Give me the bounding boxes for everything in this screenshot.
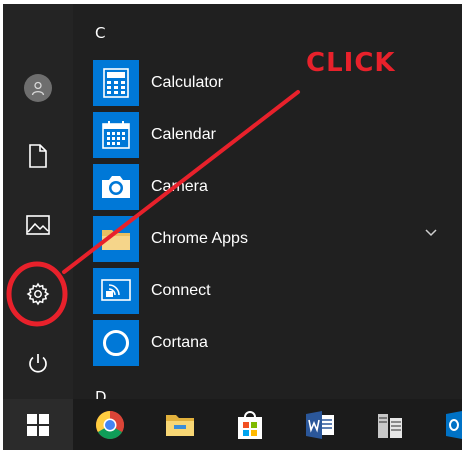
app-label: Calendar [151,126,216,143]
file-explorer-icon [166,414,194,436]
app-label: Camera [151,178,208,195]
calculator-icon [93,60,139,106]
cortana-icon [93,320,139,366]
taskbar-store[interactable] [219,399,281,450]
user-avatar-icon [24,74,52,102]
section-letter-c[interactable]: C [95,24,105,42]
taskbar-server-app[interactable] [359,399,421,450]
taskbar-word[interactable] [289,399,351,450]
word-icon [306,410,334,439]
app-item-connect[interactable]: Connect [93,266,453,316]
document-icon [29,144,47,168]
documents-button[interactable] [3,132,73,180]
start-menu-rail [3,4,73,399]
pictures-icon [26,215,50,235]
app-list: C Calculator Calendar Camera Chrome Apps… [73,4,462,406]
user-account-button[interactable] [3,64,73,112]
windows-logo-icon [27,413,49,436]
taskbar-chrome[interactable] [79,399,141,450]
start-button[interactable] [3,399,73,450]
settings-button[interactable] [3,270,73,318]
folder-icon [93,216,139,262]
app-item-calculator[interactable]: Calculator [93,58,453,108]
app-item-cortana[interactable]: Cortana [93,318,453,368]
chrome-icon [96,410,124,439]
taskbar-file-explorer[interactable] [149,399,211,450]
taskbar-outlook[interactable] [429,399,462,450]
app-label: Cortana [151,334,208,351]
app-label: Chrome Apps [151,230,248,247]
connect-icon [93,268,139,314]
power-icon [29,354,47,373]
server-icon [378,413,402,438]
store-icon [238,410,262,439]
app-item-calendar[interactable]: Calendar [93,110,453,160]
camera-icon [93,164,139,210]
app-item-chrome-apps[interactable]: Chrome Apps [93,214,453,264]
app-item-camera[interactable]: Camera [93,162,453,212]
calendar-icon [93,112,139,158]
taskbar [3,399,462,450]
settings-icon [26,282,50,306]
pictures-button[interactable] [3,201,73,249]
app-label: Calculator [151,74,224,91]
outlook-icon [446,410,462,439]
annotation-click-label: CLICK [306,48,396,78]
power-button[interactable] [3,340,73,388]
chevron-down-icon[interactable] [425,229,437,237]
app-label: Connect [151,282,211,299]
